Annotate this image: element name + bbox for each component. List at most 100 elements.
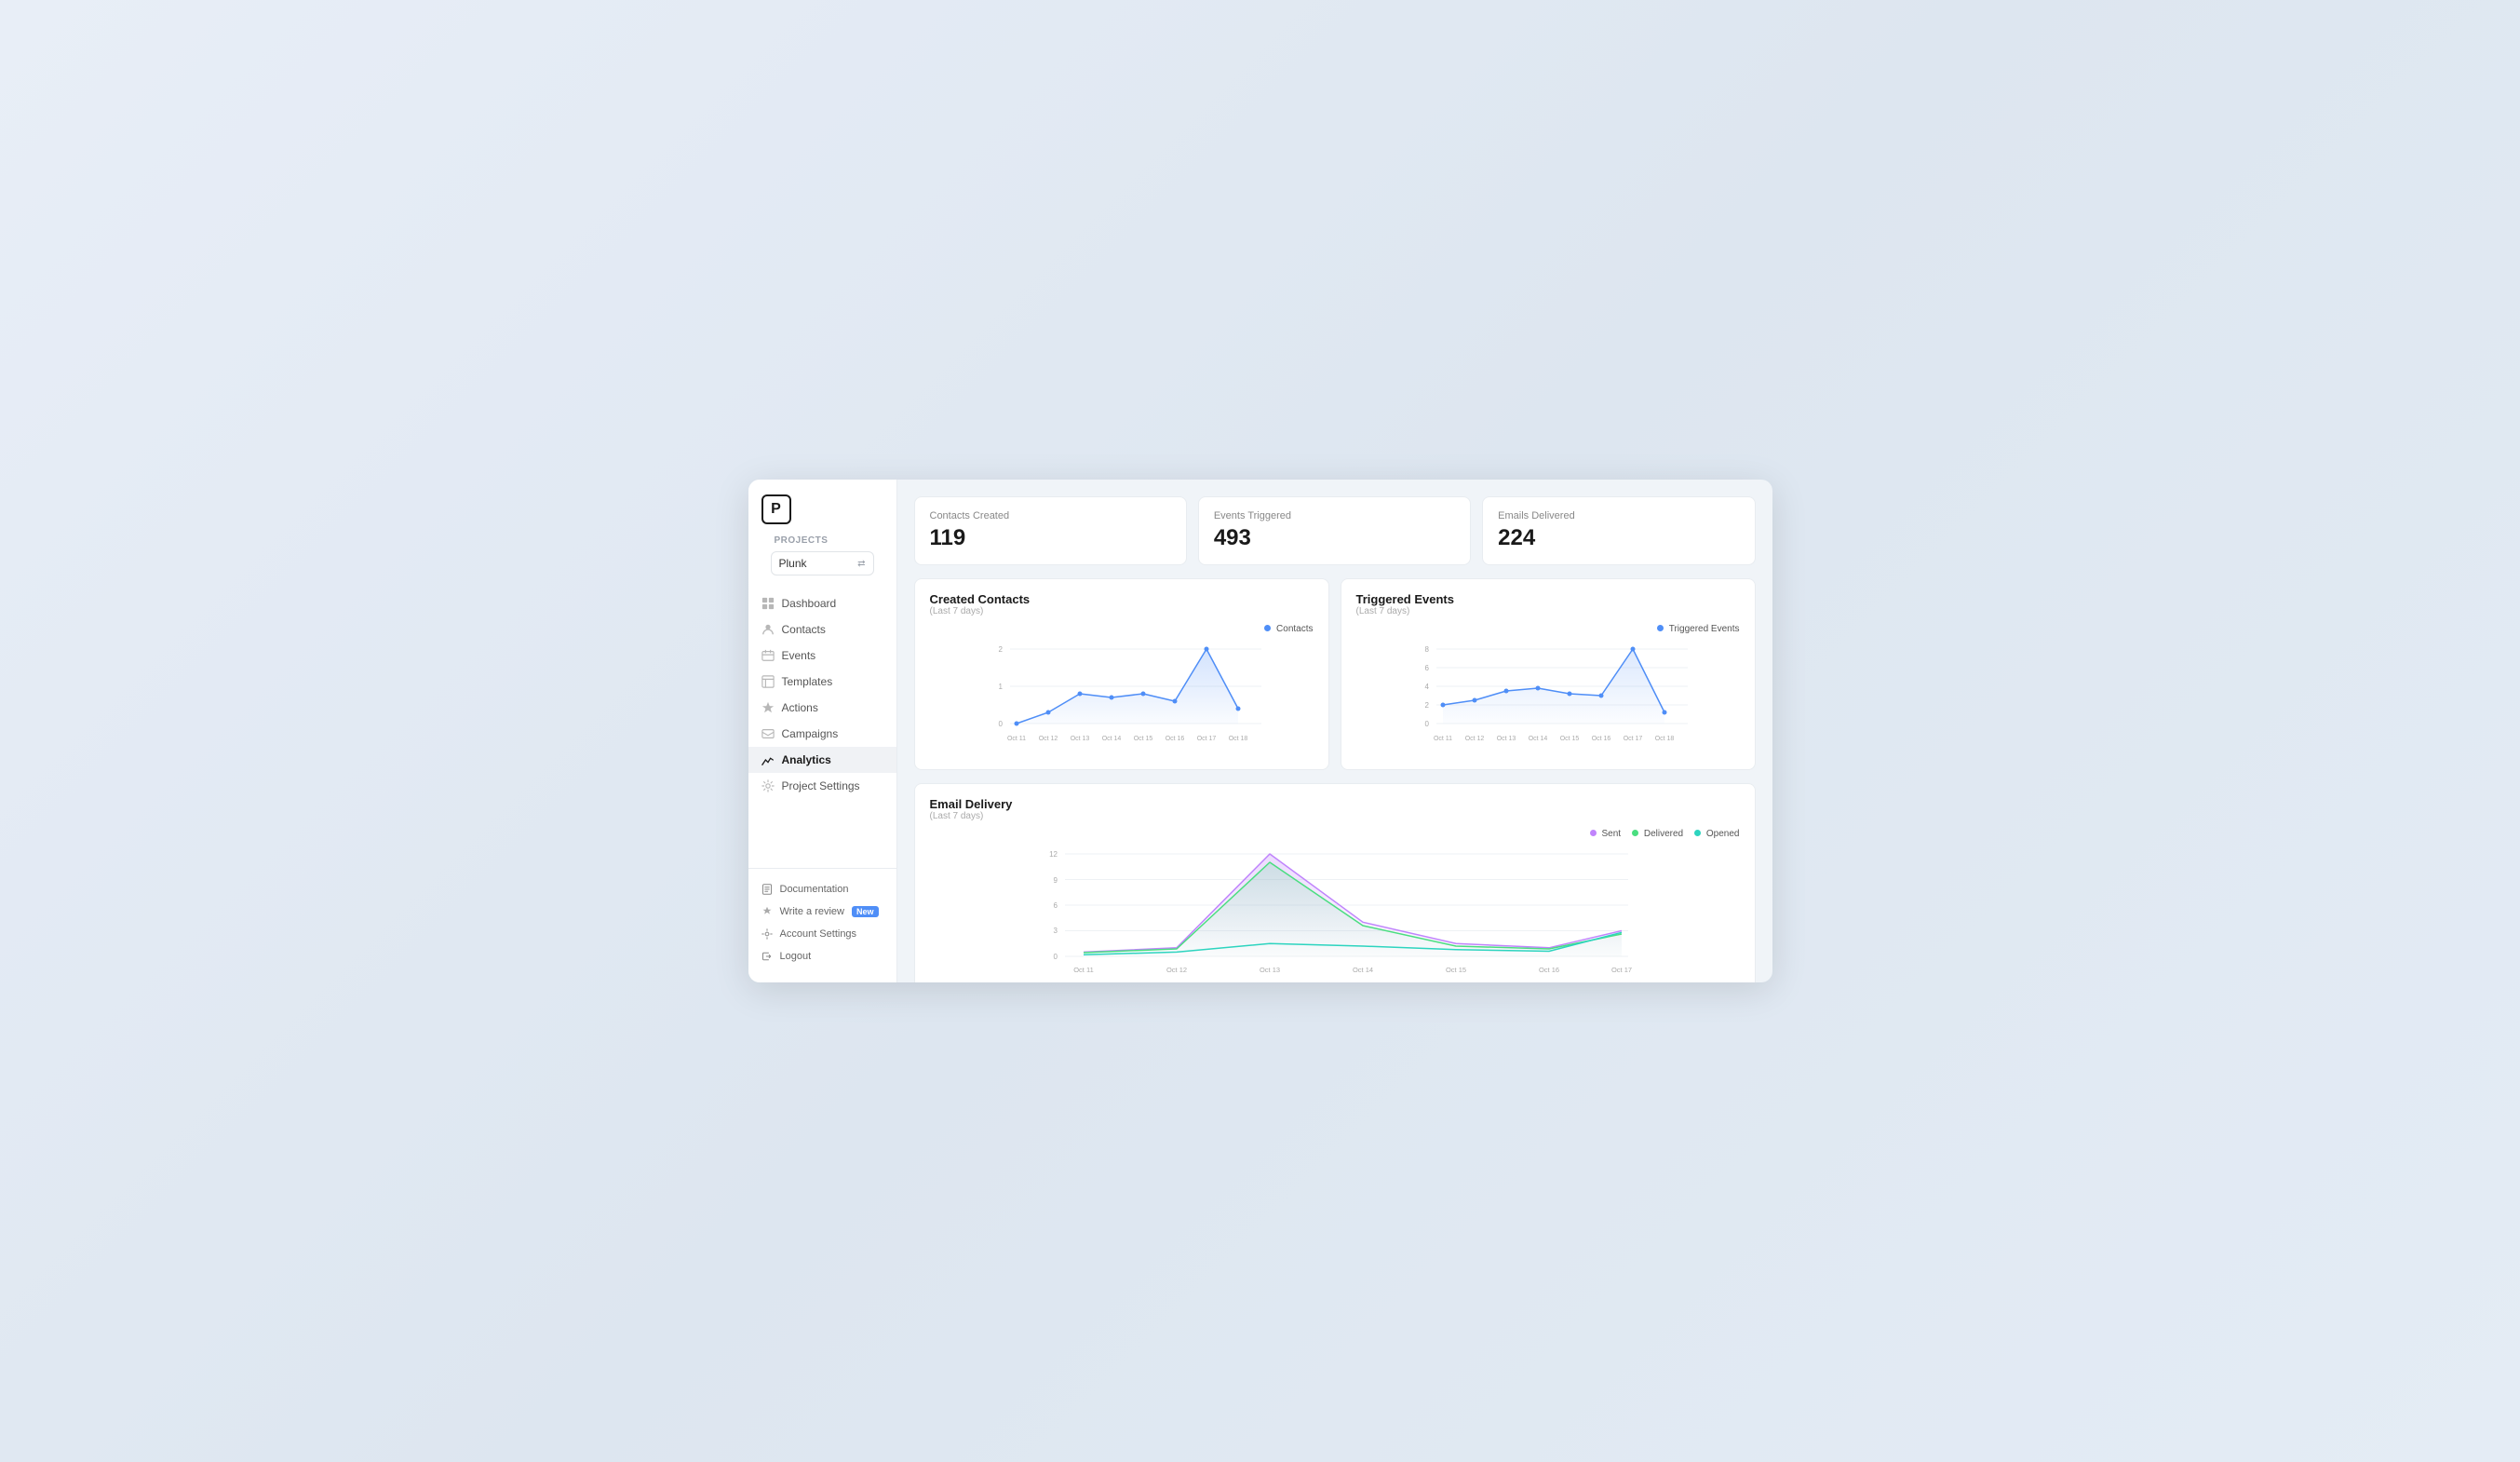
sidebar-label-events: Events [782, 649, 816, 662]
logout-label: Logout [780, 951, 812, 962]
triggered-events-svg: 8 6 4 2 0 Oct 11 Oct 12 Oct 13 Oct 14 Oc… [1356, 640, 1740, 751]
sidebar-item-events[interactable]: Events [748, 643, 896, 669]
triggered-events-subtitle: (Last 7 days) [1356, 606, 1740, 616]
project-selector[interactable]: Plunk ⇄ [771, 551, 874, 575]
email-delivery-svg: 12 9 6 3 0 Oct 11 Oct 12 Oct 13 Oct 14 O… [930, 845, 1740, 982]
svg-text:Oct 15: Oct 15 [1133, 736, 1152, 742]
svg-text:2: 2 [1424, 701, 1429, 710]
delivered-legend-dot [1632, 830, 1638, 836]
new-badge: New [852, 906, 879, 917]
svg-text:Oct 17: Oct 17 [1623, 736, 1642, 742]
svg-text:Oct 14: Oct 14 [1352, 966, 1372, 974]
svg-text:0: 0 [1424, 720, 1429, 728]
svg-text:6: 6 [1424, 664, 1429, 672]
svg-text:Oct 12: Oct 12 [1038, 736, 1058, 742]
svg-text:Oct 16: Oct 16 [1591, 736, 1610, 742]
opened-legend-dot [1694, 830, 1701, 836]
created-contacts-legend: Contacts [930, 624, 1314, 634]
svg-text:3: 3 [1053, 927, 1058, 935]
sidebar-item-templates[interactable]: Templates [748, 669, 896, 695]
stat-card-events: Events Triggered 493 [1198, 496, 1471, 565]
svg-text:Oct 13: Oct 13 [1496, 736, 1516, 742]
svg-text:0: 0 [998, 720, 1003, 728]
email-delivery-legend: Sent Delivered Opened [930, 829, 1740, 839]
sidebar-bottom: Documentation Write a review New Account… [748, 868, 896, 968]
svg-text:4: 4 [1424, 683, 1429, 691]
stat-label-emails: Emails Delivered [1498, 510, 1739, 521]
sent-legend-dot [1590, 830, 1597, 836]
opened-legend-label: Opened [1706, 829, 1740, 839]
svg-text:Oct 16: Oct 16 [1538, 966, 1558, 974]
selector-arrows-icon: ⇄ [857, 559, 865, 569]
app-container: P Projects Plunk ⇄ Dashboard [748, 480, 1772, 982]
triggered-events-legend-item: Triggered Events [1657, 624, 1739, 634]
stat-card-contacts: Contacts Created 119 [914, 496, 1187, 565]
sidebar-item-actions[interactable]: Actions [748, 695, 896, 721]
sent-legend-item: Sent [1590, 829, 1621, 839]
triggered-events-title: Triggered Events [1356, 592, 1740, 606]
write-review-link[interactable]: Write a review New [748, 900, 896, 923]
svg-text:6: 6 [1053, 901, 1058, 910]
opened-legend-item: Opened [1694, 829, 1739, 839]
svg-text:8: 8 [1424, 645, 1429, 654]
created-contacts-title: Created Contacts [930, 592, 1314, 606]
sidebar-label-project-settings: Project Settings [782, 779, 860, 792]
stat-cards: Contacts Created 119 Events Triggered 49… [914, 496, 1756, 565]
sidebar-label-analytics: Analytics [782, 753, 831, 766]
svg-text:Oct 11: Oct 11 [1433, 736, 1451, 742]
documentation-label: Documentation [780, 884, 849, 895]
email-delivery-title: Email Delivery [930, 797, 1740, 811]
events-icon [761, 649, 775, 662]
sidebar-item-dashboard[interactable]: Dashboard [748, 590, 896, 616]
sidebar-logo: P [748, 494, 896, 535]
contacts-legend-dot [1264, 625, 1271, 631]
account-settings-label: Account Settings [780, 928, 857, 940]
svg-text:Oct 11: Oct 11 [1073, 966, 1094, 974]
svg-text:Oct 14: Oct 14 [1101, 736, 1121, 742]
sidebar-label-contacts: Contacts [782, 623, 826, 636]
documentation-icon [761, 884, 773, 895]
triggered-events-chart: Triggered Events (Last 7 days) Triggered… [1341, 578, 1756, 770]
svg-text:Oct 12: Oct 12 [1166, 966, 1186, 974]
contacts-legend-label: Contacts [1276, 624, 1313, 634]
svg-text:Oct 15: Oct 15 [1559, 736, 1579, 742]
sidebar-item-campaigns[interactable]: Campaigns [748, 721, 896, 747]
triggered-events-legend-label: Triggered Events [1669, 624, 1740, 634]
contacts-icon [761, 623, 775, 636]
analytics-icon [761, 753, 775, 766]
project-settings-icon [761, 779, 775, 792]
projects-label: Projects [761, 535, 883, 551]
main-content: Contacts Created 119 Events Triggered 49… [897, 480, 1772, 982]
stat-card-emails: Emails Delivered 224 [1482, 496, 1755, 565]
svg-text:Oct 17: Oct 17 [1196, 736, 1216, 742]
svg-text:Oct 18: Oct 18 [1654, 736, 1674, 742]
sidebar-item-contacts[interactable]: Contacts [748, 616, 896, 643]
logout-icon [761, 951, 773, 962]
created-contacts-chart: Created Contacts (Last 7 days) Contacts … [914, 578, 1329, 770]
sidebar-label-templates: Templates [782, 675, 833, 688]
sidebar-item-project-settings[interactable]: Project Settings [748, 773, 896, 799]
svg-text:2: 2 [998, 645, 1003, 654]
created-contacts-svg: 2 1 0 Oct 11 Oct 12 Oct 13 Oct 14 Oct 15… [930, 640, 1314, 751]
campaigns-icon [761, 727, 775, 740]
write-review-label: Write a review [780, 906, 844, 917]
email-delivery-chart: Email Delivery (Last 7 days) Sent Delive… [914, 783, 1756, 982]
created-contacts-subtitle: (Last 7 days) [930, 606, 1314, 616]
documentation-link[interactable]: Documentation [748, 878, 896, 900]
triggered-events-legend: Triggered Events [1356, 624, 1740, 634]
contacts-legend-item: Contacts [1264, 624, 1313, 634]
sidebar-label-dashboard: Dashboard [782, 597, 837, 610]
sidebar: P Projects Plunk ⇄ Dashboard [748, 480, 897, 982]
review-icon [761, 906, 773, 917]
delivered-legend-label: Delivered [1644, 829, 1683, 839]
account-settings-link[interactable]: Account Settings [748, 923, 896, 945]
sidebar-label-actions: Actions [782, 701, 818, 714]
sent-legend-label: Sent [1602, 829, 1622, 839]
sidebar-item-analytics[interactable]: Analytics [748, 747, 896, 773]
svg-text:Oct 14: Oct 14 [1528, 736, 1547, 742]
svg-text:0: 0 [1053, 953, 1058, 961]
stat-value-emails: 224 [1498, 525, 1739, 551]
logout-link[interactable]: Logout [748, 945, 896, 968]
stat-value-events: 493 [1214, 525, 1455, 551]
svg-text:Oct 18: Oct 18 [1228, 736, 1247, 742]
